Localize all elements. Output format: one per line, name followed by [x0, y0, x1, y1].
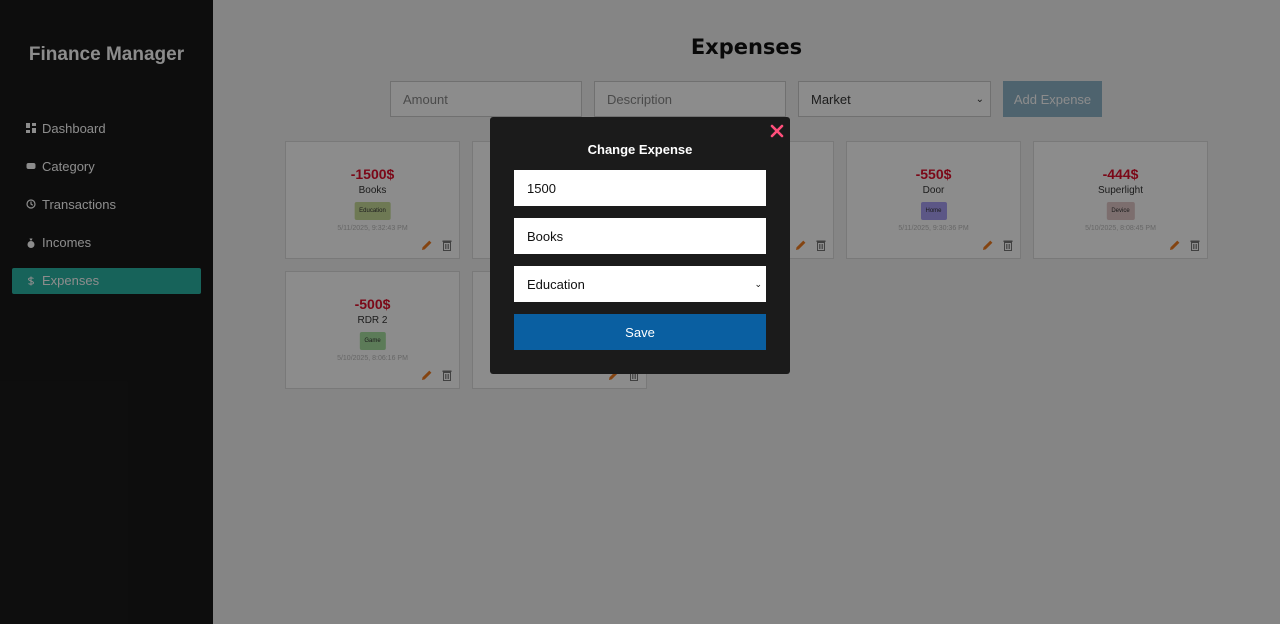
- modal-category-select[interactable]: Education ⌄: [514, 266, 766, 302]
- change-expense-modal: Change Expense 1500 Books Education ⌄ Sa…: [490, 117, 790, 374]
- chevron-down-icon: ⌄: [754, 278, 762, 289]
- modal-amount-input[interactable]: 1500: [514, 170, 766, 206]
- modal-description-input[interactable]: Books: [514, 218, 766, 254]
- modal-title: Change Expense: [587, 142, 693, 157]
- close-icon[interactable]: [770, 124, 784, 138]
- modal-category-value: Education: [527, 276, 585, 292]
- save-button[interactable]: Save: [514, 314, 766, 350]
